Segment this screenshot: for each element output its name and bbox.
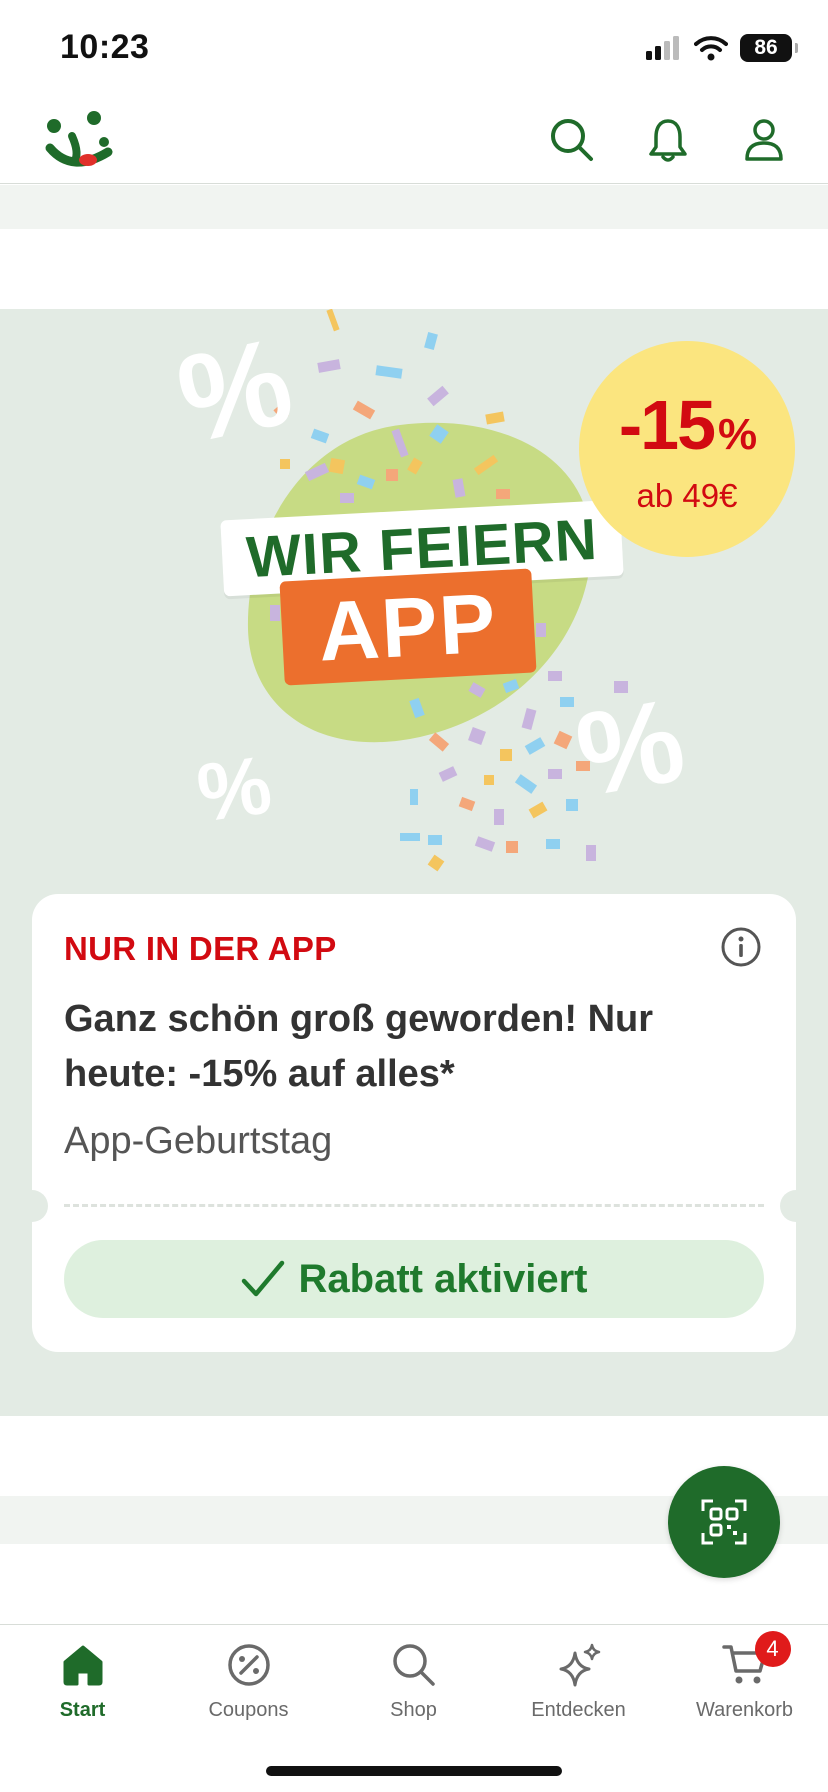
home-indicator — [266, 1766, 562, 1776]
section-divider — [0, 185, 828, 229]
bell-icon — [649, 119, 687, 162]
percent-decoration: % — [191, 739, 277, 840]
qr-scan-icon — [701, 1499, 747, 1545]
nav-label-shop: Shop — [390, 1699, 437, 1721]
discount-activated-button[interactable]: Rabatt aktiviert — [64, 1240, 764, 1318]
card-divider — [64, 1204, 764, 1207]
nav-label-entdecken: Entdecken — [531, 1699, 626, 1721]
offer-title: Ganz schön groß geworden! Nur heute: -15… — [64, 998, 654, 1095]
card-notch-right — [780, 1190, 812, 1222]
search-button[interactable] — [544, 112, 600, 168]
percent-badge-icon — [227, 1644, 270, 1686]
badge-minimum-order: ab 49€ — [636, 477, 738, 514]
wifi-icon — [694, 36, 728, 61]
screen: 10:23 86 % % % WIR FEIERN APP -15% ab 49… — [0, 0, 828, 1792]
user-icon — [745, 119, 783, 161]
offer-tag: NUR IN DER APP — [64, 930, 337, 967]
search-icon — [551, 119, 593, 161]
account-button[interactable] — [736, 112, 792, 168]
nav-item-entdecken[interactable]: Entdecken — [496, 1625, 661, 1745]
nav-item-start[interactable]: Start — [0, 1625, 165, 1745]
nav-label-start: Start — [59, 1699, 106, 1721]
discount-activated-label: Rabatt aktiviert — [298, 1256, 588, 1301]
battery-icon: 86 — [740, 34, 798, 62]
badge-percent-sign: % — [718, 410, 757, 459]
cart-count-badge: 4 — [754, 1631, 791, 1667]
info-icon[interactable] — [720, 926, 762, 968]
status-bar: 10:23 86 — [0, 0, 828, 100]
card-notch-left — [16, 1190, 48, 1222]
nav-item-shop[interactable]: Shop — [331, 1625, 496, 1745]
home-icon — [63, 1645, 102, 1686]
sparkle-icon — [559, 1643, 600, 1687]
nav-item-warenkorb[interactable]: 4 Warenkorb — [662, 1625, 827, 1745]
brand-logo[interactable] — [42, 108, 116, 174]
nav-label-coupons: Coupons — [208, 1699, 289, 1721]
signal-icon — [646, 36, 679, 60]
nav-item-coupons[interactable]: Coupons — [166, 1625, 331, 1745]
nav-label-warenkorb: Warenkorb — [695, 1699, 794, 1721]
search-icon — [392, 1644, 435, 1686]
offer-card[interactable]: NUR IN DER APP Ganz schön groß geworden!… — [16, 894, 812, 1352]
offer-subtitle: App-Geburtstag — [64, 1120, 333, 1162]
checkmark-icon — [241, 1260, 284, 1297]
badge-discount-value: -15 — [618, 386, 716, 464]
percent-decoration: % — [567, 673, 694, 823]
scan-fab[interactable] — [668, 1466, 780, 1578]
status-time: 10:23 — [60, 28, 150, 66]
banner-headline-app: APP — [279, 568, 537, 686]
app-header — [0, 100, 828, 184]
status-icons: 86 — [646, 34, 798, 62]
notifications-button[interactable] — [640, 112, 696, 168]
discount-badge: -15% ab 49€ — [579, 341, 795, 557]
